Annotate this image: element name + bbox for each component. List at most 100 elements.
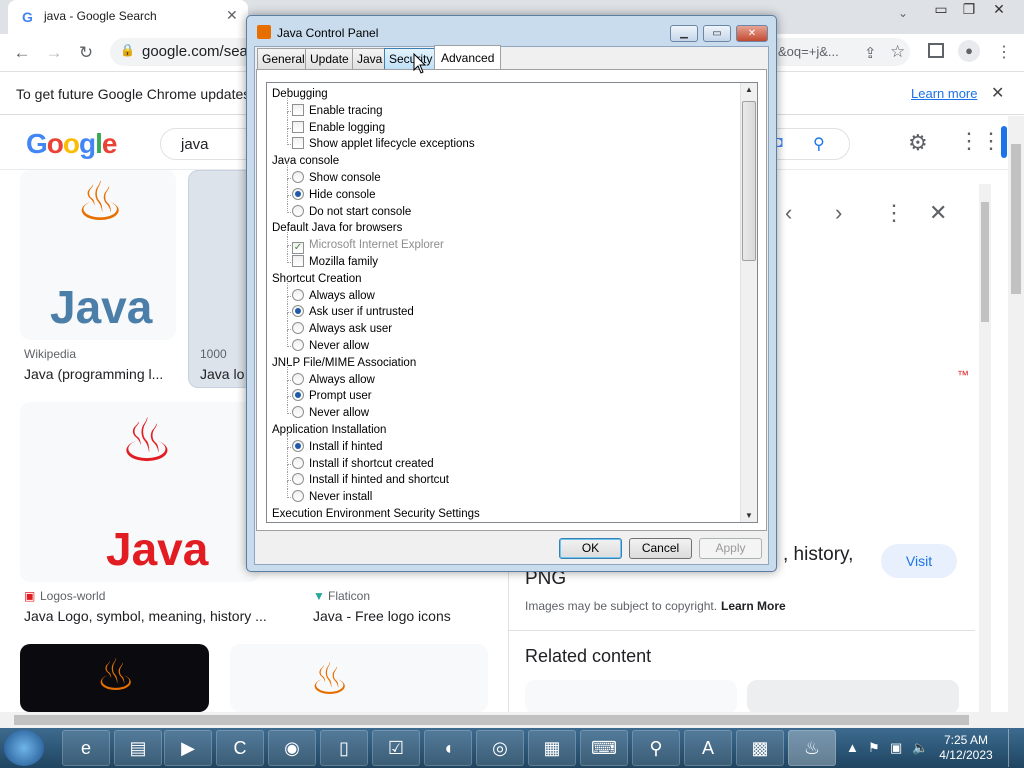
tile-3-source[interactable]: Logos-world: [40, 589, 105, 603]
related-tile-1[interactable]: [525, 680, 737, 714]
tree-radio-option[interactable]: Always allow: [292, 288, 375, 305]
copyright-learn-more-link[interactable]: Learn More: [721, 599, 786, 613]
volume-muted-icon[interactable]: 🔈: [912, 740, 928, 756]
tree-radio-option[interactable]: Never install: [292, 489, 372, 506]
reload-icon[interactable]: ↻: [74, 42, 98, 64]
tree-radio-option[interactable]: Always allow: [292, 372, 375, 389]
radio-button[interactable]: [292, 339, 304, 351]
search-query[interactable]: java: [181, 136, 209, 153]
back-arrow-icon[interactable]: ←: [10, 42, 34, 64]
radio-button[interactable]: [292, 288, 304, 301]
media-player-icon[interactable]: ▶: [164, 730, 212, 766]
image-viewer-icon[interactable]: ▩: [736, 730, 784, 766]
tab-advanced[interactable]: Advanced: [434, 45, 502, 69]
cancel-button[interactable]: Cancel: [629, 538, 692, 559]
sign-in-button[interactable]: [1001, 126, 1007, 158]
dialog-close-button[interactable]: ✕: [736, 25, 768, 42]
result-tile-6[interactable]: ♨: [230, 644, 488, 712]
radio-button[interactable]: [292, 187, 304, 200]
radio-button[interactable]: [292, 389, 304, 402]
tree-radio-option[interactable]: Install if hinted and shortcut: [292, 472, 449, 489]
tree-radio-option[interactable]: Never allow: [292, 338, 369, 355]
tile-4-source[interactable]: Flaticon: [328, 589, 370, 603]
tab-search-chevron-icon[interactable]: ⌄: [898, 6, 908, 20]
learn-more-link[interactable]: Learn more: [911, 86, 977, 101]
radio-button[interactable]: [292, 372, 304, 385]
tree-radio-option[interactable]: Ask user if untrusted: [292, 304, 414, 321]
tree-checkbox-option[interactable]: Show applet lifecycle exceptions: [292, 136, 475, 153]
file-explorer-icon[interactable]: ▤: [114, 730, 162, 766]
share-icon[interactable]: ⇪: [864, 44, 877, 62]
tree-checkbox-option[interactable]: ✓ Microsoft Internet Explorer: [292, 237, 444, 255]
checkbox[interactable]: [292, 103, 304, 116]
advanced-settings-tree[interactable]: Debugging Enable tracing Enable logging Sho…: [266, 82, 758, 523]
tile-2-source[interactable]: 1000: [200, 347, 227, 361]
notepad-icon[interactable]: A: [684, 730, 732, 766]
tab-java[interactable]: Java: [352, 48, 388, 69]
more-options-icon[interactable]: ⋮: [883, 200, 905, 226]
side-panel-icon[interactable]: [928, 43, 944, 58]
search-icon[interactable]: ⚲: [813, 134, 825, 154]
bookmark-star-icon[interactable]: ☆: [890, 42, 905, 62]
tree-radio-option[interactable]: Do not start console: [292, 204, 411, 221]
chrome-menu-icon[interactable]: ⋮: [996, 42, 1012, 62]
keyboard-icon[interactable]: ⌨: [580, 730, 628, 766]
tree-radio-option[interactable]: Show console: [292, 170, 381, 187]
radio-button[interactable]: [292, 204, 304, 217]
radio-button[interactable]: [292, 490, 304, 503]
tree-radio-option[interactable]: Install if shortcut created: [292, 456, 434, 473]
settings-gear-icon[interactable]: ⚙: [908, 130, 928, 156]
google-logo[interactable]: Google: [26, 128, 117, 160]
tile-3-caption[interactable]: Java Logo, symbol, meaning, history ...: [24, 608, 267, 624]
radio-button[interactable]: [292, 406, 304, 419]
radio-button[interactable]: [292, 305, 304, 318]
tab-general[interactable]: General: [257, 48, 310, 69]
tree-vertical-scrollbar[interactable]: ▲ ▼: [740, 83, 757, 522]
radio-button[interactable]: [292, 473, 304, 486]
tree-checkbox-option[interactable]: Enable logging: [292, 120, 385, 137]
calendar-clock-icon[interactable]: ▦: [528, 730, 576, 766]
close-panel-icon[interactable]: ✕: [929, 200, 947, 226]
checkbox[interactable]: [292, 120, 304, 133]
tree-radio-option[interactable]: Prompt user: [292, 388, 372, 405]
result-tile-1[interactable]: ♨ Java: [20, 170, 176, 340]
radio-button[interactable]: [292, 322, 304, 335]
previous-chevron-icon[interactable]: ‹: [785, 200, 792, 226]
apply-button[interactable]: Apply: [699, 538, 762, 559]
profile-avatar-icon[interactable]: ●: [958, 40, 980, 62]
radio-button[interactable]: [292, 439, 304, 452]
chrome-icon[interactable]: ◉: [268, 730, 316, 766]
radio-button[interactable]: [292, 456, 304, 469]
speaker-icon[interactable]: ◎: [476, 730, 524, 766]
radio-button[interactable]: [292, 171, 304, 183]
tile-4-caption[interactable]: Java - Free logo icons: [313, 608, 451, 624]
ok-button[interactable]: OK: [559, 538, 622, 559]
tree-checkbox-option[interactable]: Mozilla family: [292, 254, 378, 271]
result-tile-5[interactable]: ♨: [20, 644, 209, 712]
tree-checkbox-option[interactable]: Enable tracing: [292, 103, 383, 120]
action-center-flag-icon[interactable]: ⚑: [868, 740, 880, 756]
preview-title-tail[interactable]: , history,: [783, 544, 853, 566]
checkbox[interactable]: [292, 137, 304, 150]
panel-scrollbar[interactable]: [979, 184, 991, 714]
start-button-icon[interactable]: [4, 730, 44, 766]
document-icon[interactable]: ▯: [320, 730, 368, 766]
result-tile-3[interactable]: ♨ Java: [20, 402, 260, 582]
close-window-button[interactable]: ✕: [984, 0, 1014, 20]
tree-radio-option[interactable]: Hide console: [292, 187, 375, 204]
internet-explorer-icon[interactable]: e: [62, 730, 110, 766]
scroll-up-arrow-icon[interactable]: ▲: [745, 85, 753, 94]
page-horizontal-scrollbar[interactable]: [0, 712, 1024, 728]
network-icon[interactable]: ▣: [890, 740, 902, 756]
checkbox[interactable]: ✓: [292, 242, 304, 255]
scroll-down-arrow-icon[interactable]: ▼: [745, 511, 753, 520]
dialog-maximize-button[interactable]: ▭: [703, 25, 731, 42]
show-hidden-icons-icon[interactable]: ▲: [846, 740, 859, 755]
related-tile-2[interactable]: [747, 680, 959, 714]
ccleaner-icon[interactable]: C: [216, 730, 264, 766]
tile-1-caption[interactable]: Java (programming l...: [24, 366, 163, 382]
mouse-icon[interactable]: ◖: [424, 730, 472, 766]
visit-button[interactable]: Visit: [881, 544, 957, 578]
infobar-close-icon[interactable]: ✕: [991, 83, 1004, 103]
tab-close-icon[interactable]: ✕: [226, 7, 238, 24]
